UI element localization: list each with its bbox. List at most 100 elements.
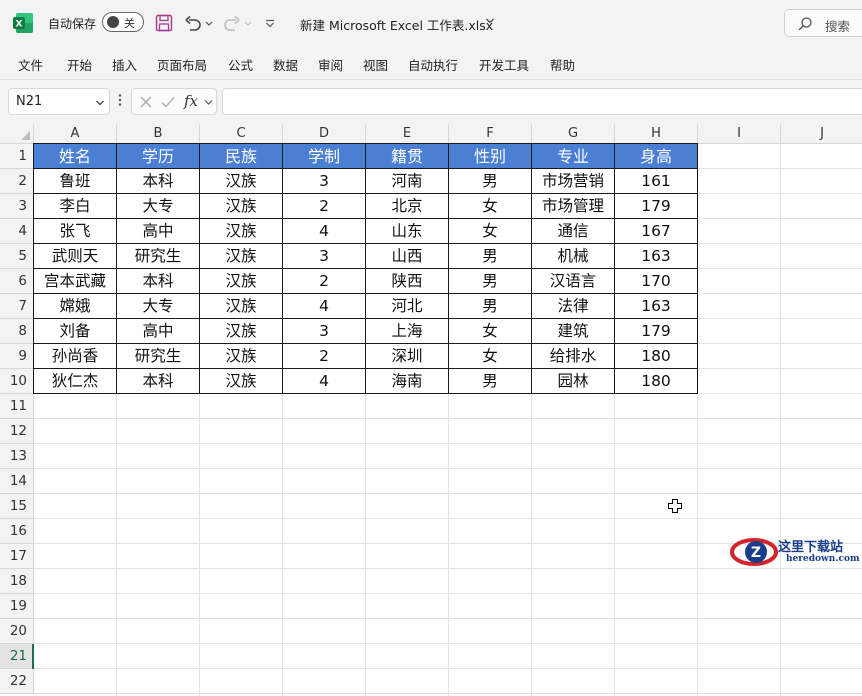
table-cell[interactable]: 汉族 (200, 294, 283, 319)
column-header-g[interactable]: G (532, 124, 615, 144)
table-cell[interactable]: 市场管理 (532, 194, 615, 219)
menu-review[interactable]: 审阅 (318, 55, 343, 74)
menu-help[interactable]: 帮助 (550, 55, 575, 74)
menu-automate[interactable]: 自动执行 (408, 55, 458, 74)
table-cell[interactable]: 179 (615, 319, 698, 344)
table-cell[interactable]: 研究生 (117, 244, 200, 269)
row-header-22[interactable]: 22 (0, 669, 34, 694)
table-cell[interactable]: 男 (449, 169, 532, 194)
table-cell[interactable]: 3 (283, 244, 366, 269)
table-cell[interactable]: 山西 (366, 244, 449, 269)
row-header-4[interactable]: 4 (0, 219, 34, 244)
column-header-c[interactable]: C (200, 124, 283, 144)
table-cell[interactable]: 机械 (532, 244, 615, 269)
table-cell[interactable]: 宫本武藏 (34, 269, 117, 294)
autosave-toggle[interactable]: 关 (102, 12, 144, 32)
table-cell[interactable]: 女 (449, 194, 532, 219)
table-cell[interactable]: 研究生 (117, 344, 200, 369)
column-header-e[interactable]: E (366, 124, 449, 144)
table-cell[interactable]: 北京 (366, 194, 449, 219)
table-header-cell[interactable]: 籍贯 (366, 144, 449, 169)
table-cell[interactable]: 汉族 (200, 369, 283, 394)
row-header-19[interactable]: 19 (0, 594, 34, 619)
table-cell[interactable]: 男 (449, 369, 532, 394)
table-cell[interactable]: 刘备 (34, 319, 117, 344)
table-cell[interactable]: 上海 (366, 319, 449, 344)
row-header-10[interactable]: 10 (0, 369, 34, 394)
table-cell[interactable]: 孙尚香 (34, 344, 117, 369)
table-header-cell[interactable]: 身高 (615, 144, 698, 169)
spreadsheet-grid[interactable]: A B C D E F G H I J 1 2 3 4 5 6 7 8 9 10 11 12 13 14 15 16 17 18 19 2… (0, 124, 862, 696)
row-header-18[interactable]: 18 (0, 569, 34, 594)
row-header-21[interactable]: 21 (0, 644, 34, 669)
menu-data[interactable]: 数据 (273, 55, 298, 74)
row-header-2[interactable]: 2 (0, 169, 34, 194)
search-box[interactable]: 搜索 (784, 9, 862, 37)
column-header-h[interactable]: H (615, 124, 698, 144)
formula-input[interactable] (222, 88, 862, 115)
table-cell[interactable]: 狄仁杰 (34, 369, 117, 394)
table-header-cell[interactable]: 姓名 (34, 144, 117, 169)
row-header-7[interactable]: 7 (0, 294, 34, 319)
table-cell[interactable]: 市场营销 (532, 169, 615, 194)
menu-file[interactable]: 文件 (18, 55, 43, 74)
table-cell[interactable]: 高中 (117, 219, 200, 244)
table-cell[interactable]: 女 (449, 344, 532, 369)
more-options-icon[interactable] (118, 93, 122, 107)
row-header-12[interactable]: 12 (0, 419, 34, 444)
redo-dropdown-icon[interactable] (243, 12, 253, 34)
table-cell[interactable]: 武则天 (34, 244, 117, 269)
table-cell[interactable]: 高中 (117, 319, 200, 344)
redo-icon[interactable] (222, 12, 242, 34)
row-header-16[interactable]: 16 (0, 519, 34, 544)
table-cell[interactable]: 汉族 (200, 319, 283, 344)
row-header-14[interactable]: 14 (0, 469, 34, 494)
table-cell[interactable]: 汉族 (200, 344, 283, 369)
table-cell[interactable]: 4 (283, 219, 366, 244)
menu-page-layout[interactable]: 页面布局 (157, 55, 207, 74)
menu-view[interactable]: 视图 (363, 55, 388, 74)
table-cell[interactable]: 163 (615, 294, 698, 319)
row-header-15[interactable]: 15 (0, 494, 34, 519)
column-header-j[interactable]: J (781, 124, 862, 144)
table-cell[interactable]: 海南 (366, 369, 449, 394)
chevron-down-icon[interactable] (204, 98, 213, 107)
undo-icon[interactable] (183, 12, 203, 34)
table-cell[interactable]: 本科 (117, 269, 200, 294)
row-header-11[interactable]: 11 (0, 394, 34, 419)
table-cell[interactable]: 嫦娥 (34, 294, 117, 319)
table-cell[interactable]: 男 (449, 294, 532, 319)
table-cell[interactable]: 167 (615, 219, 698, 244)
menu-developer[interactable]: 开发工具 (479, 55, 529, 74)
table-cell[interactable]: 汉语言 (532, 269, 615, 294)
table-header-cell[interactable]: 民族 (200, 144, 283, 169)
document-title[interactable]: 新建 Microsoft Excel 工作表.xlsx (300, 15, 493, 34)
table-cell[interactable]: 4 (283, 369, 366, 394)
table-cell[interactable]: 2 (283, 344, 366, 369)
table-cell[interactable]: 男 (449, 269, 532, 294)
table-cell[interactable]: 3 (283, 319, 366, 344)
customize-toolbar-icon[interactable] (263, 12, 277, 34)
table-cell[interactable]: 法律 (532, 294, 615, 319)
table-header-cell[interactable]: 性别 (449, 144, 532, 169)
row-header-6[interactable]: 6 (0, 269, 34, 294)
table-cell[interactable]: 汉族 (200, 194, 283, 219)
table-cell[interactable]: 大专 (117, 294, 200, 319)
table-cell[interactable]: 163 (615, 244, 698, 269)
column-header-b[interactable]: B (117, 124, 200, 144)
column-header-a[interactable]: A (34, 124, 117, 144)
table-cell[interactable]: 汉族 (200, 169, 283, 194)
table-cell[interactable]: 2 (283, 269, 366, 294)
menu-home[interactable]: 开始 (67, 55, 92, 74)
table-cell[interactable]: 179 (615, 194, 698, 219)
table-cell[interactable]: 园林 (532, 369, 615, 394)
table-cell[interactable]: 女 (449, 319, 532, 344)
table-cell[interactable]: 鲁班 (34, 169, 117, 194)
table-cell[interactable]: 女 (449, 219, 532, 244)
table-cell[interactable]: 陕西 (366, 269, 449, 294)
table-cell[interactable]: 张飞 (34, 219, 117, 244)
table-cell[interactable]: 汉族 (200, 219, 283, 244)
excel-logo-icon[interactable]: X (12, 12, 34, 34)
column-header-d[interactable]: D (283, 124, 366, 144)
menu-insert[interactable]: 插入 (112, 55, 137, 74)
